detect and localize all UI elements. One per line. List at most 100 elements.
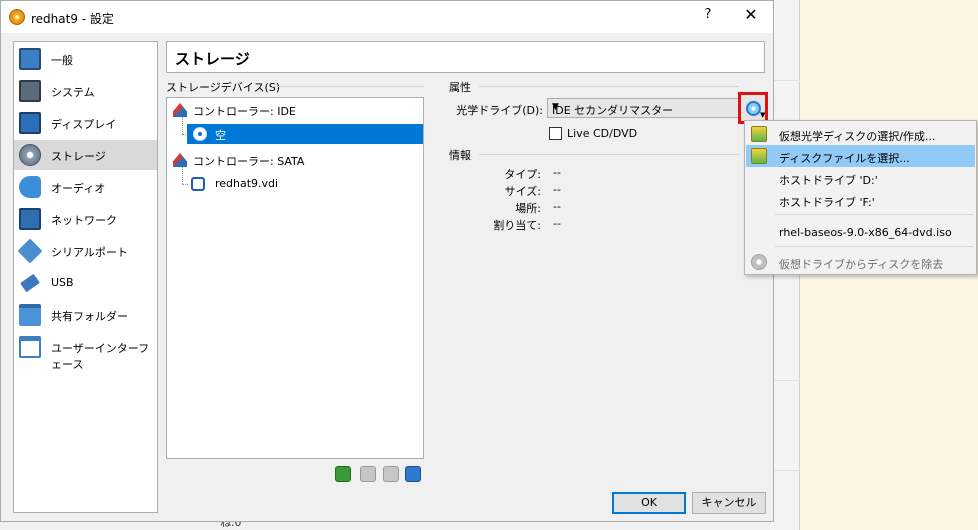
page-title: ストレージ bbox=[175, 50, 250, 68]
info-size-label: サイズ: bbox=[504, 185, 541, 198]
group-separator bbox=[479, 86, 739, 87]
system-icon bbox=[19, 80, 41, 102]
close-button[interactable]: ✕ bbox=[739, 5, 763, 29]
display-icon bbox=[19, 112, 41, 134]
chevron-down-icon: ▼ bbox=[760, 111, 766, 119]
optical-drive-select[interactable]: IDE セカンダリマスター ▼ bbox=[547, 98, 739, 118]
group-separator bbox=[272, 86, 424, 87]
tree-item-label: コントローラー: SATA bbox=[193, 155, 305, 168]
tree-item-empty-optical[interactable]: 空 bbox=[187, 124, 423, 144]
network-icon bbox=[19, 208, 41, 230]
title-bar: redhat9 - 設定 ? ✕ bbox=[1, 1, 773, 33]
menu-separator bbox=[775, 214, 973, 215]
ok-button[interactable]: OK bbox=[612, 492, 686, 514]
help-button[interactable]: ? bbox=[698, 7, 718, 27]
tree-item-sata-controller[interactable]: コントローラー: SATA bbox=[167, 150, 423, 170]
menu-item-label: ホストドライブ 'F:' bbox=[779, 196, 875, 209]
remove-disk-icon bbox=[751, 254, 767, 270]
info-type-value: -- bbox=[553, 166, 561, 179]
info-location-value: -- bbox=[553, 200, 561, 213]
menu-item-host-drive-f[interactable]: ホストドライブ 'F:' bbox=[746, 189, 975, 211]
ide-controller-icon bbox=[173, 103, 187, 117]
menu-item-host-drive-d[interactable]: ホストドライブ 'D:' bbox=[746, 167, 975, 189]
attributes-group-label: 属性 bbox=[449, 81, 471, 94]
window-title: redhat9 - 設定 bbox=[31, 12, 114, 26]
storage-icon bbox=[19, 144, 41, 166]
sidebar-item-label: ネットワーク bbox=[51, 214, 117, 227]
menu-item-remove-disk: 仮想ドライブからディスクを除去 bbox=[746, 251, 975, 273]
page-title-box: ストレージ bbox=[166, 41, 765, 73]
sidebar-item-serial-port[interactable]: シリアルポート bbox=[14, 236, 157, 266]
user-interface-icon bbox=[19, 336, 41, 358]
sidebar-item-audio[interactable]: オーディオ bbox=[14, 172, 157, 202]
menu-separator bbox=[775, 246, 973, 247]
background-divider bbox=[770, 380, 800, 381]
menu-item-recent-iso[interactable]: rhel-baseos-9.0-x86_64-dvd.iso bbox=[746, 221, 975, 243]
usb-icon bbox=[20, 273, 40, 293]
background-divider bbox=[770, 80, 800, 81]
optical-disc-icon bbox=[193, 127, 207, 141]
sidebar-item-label: ユーザーインターフェース bbox=[51, 342, 150, 371]
sata-controller-icon bbox=[173, 153, 187, 167]
tree-item-label: redhat9.vdi bbox=[215, 177, 279, 190]
live-cd-checkbox[interactable] bbox=[549, 127, 562, 140]
menu-item-label: ホストドライブ 'D:' bbox=[779, 174, 878, 187]
general-icon bbox=[19, 48, 41, 70]
info-location-label: 場所: bbox=[515, 202, 541, 215]
sidebar-item-display[interactable]: ディスプレイ bbox=[14, 108, 157, 138]
virtual-optical-disk-icon bbox=[751, 126, 767, 142]
info-type-label: タイプ: bbox=[504, 168, 541, 181]
sidebar-item-label: オーディオ bbox=[51, 182, 106, 195]
add-attachment-icon[interactable] bbox=[360, 466, 376, 482]
add-controller-icon[interactable] bbox=[335, 466, 351, 482]
sidebar-item-label: システム bbox=[51, 86, 95, 99]
tree-item-hard-disk[interactable]: redhat9.vdi bbox=[187, 174, 423, 194]
sidebar-item-storage[interactable]: ストレージ bbox=[14, 140, 157, 170]
choose-disk-menu: 仮想光学ディスクの選択/作成... ディスクファイルを選択... ホストドライブ… bbox=[744, 120, 977, 275]
sidebar-item-shared-folders[interactable]: 共有フォルダー bbox=[14, 300, 157, 330]
virtualbox-app-icon bbox=[9, 9, 25, 25]
sidebar-item-label: シリアルポート bbox=[51, 246, 128, 259]
optical-disc-icon bbox=[746, 101, 761, 116]
sidebar-item-general[interactable]: 一般 bbox=[14, 44, 157, 74]
live-cd-label: Live CD/DVD bbox=[567, 127, 638, 140]
menu-item-choose-create-virtual-disk[interactable]: 仮想光学ディスクの選択/作成... bbox=[746, 123, 975, 145]
info-group-label: 情報 bbox=[449, 149, 471, 162]
choose-disk-file-icon bbox=[751, 148, 767, 164]
menu-item-label: 仮想ドライブからディスクを除去 bbox=[779, 258, 944, 271]
storage-devices-group-label: ストレージデバイス(S) bbox=[166, 81, 281, 94]
chevron-down-icon: ▼ bbox=[552, 102, 559, 112]
sidebar-item-label: 一般 bbox=[51, 54, 73, 67]
remove-controller-icon[interactable] bbox=[405, 466, 421, 482]
hard-disk-icon bbox=[191, 177, 205, 191]
sidebar-item-label: 共有フォルダー bbox=[51, 310, 128, 323]
sidebar-item-user-interface[interactable]: ユーザーインターフェース bbox=[14, 332, 157, 371]
background-divider bbox=[770, 470, 800, 471]
info-attached-value: -- bbox=[553, 217, 561, 230]
tree-item-label: 空 bbox=[215, 129, 226, 142]
menu-item-label: rhel-baseos-9.0-x86_64-dvd.iso bbox=[779, 226, 952, 239]
optical-drive-label: 光学ドライブ(D): bbox=[456, 104, 543, 117]
sidebar-item-label: ストレージ bbox=[51, 150, 106, 163]
menu-item-label: 仮想光学ディスクの選択/作成... bbox=[779, 130, 936, 143]
serial-port-icon bbox=[17, 238, 43, 264]
menu-item-choose-disk-file[interactable]: ディスクファイルを選択... bbox=[746, 145, 975, 167]
sidebar-item-usb[interactable]: USB bbox=[14, 268, 157, 298]
settings-sidebar: 一般 システム ディスプレイ ストレージ オーディオ ネットワーク シリアルポー… bbox=[13, 41, 158, 513]
storage-tree: コントローラー: IDE 空 コントローラー: SATA redhat9.vdi bbox=[166, 97, 424, 459]
audio-icon bbox=[19, 176, 41, 198]
menu-item-label: ディスクファイルを選択... bbox=[779, 152, 910, 165]
tree-item-ide-controller[interactable]: コントローラー: IDE bbox=[167, 100, 423, 120]
sidebar-item-network[interactable]: ネットワーク bbox=[14, 204, 157, 234]
settings-dialog: redhat9 - 設定 ? ✕ 一般 システム ディスプレイ ストレージ オー… bbox=[0, 0, 774, 522]
info-attached-label: 割り当て: bbox=[493, 219, 541, 232]
sidebar-item-label: ディスプレイ bbox=[51, 118, 117, 131]
sidebar-item-system[interactable]: システム bbox=[14, 76, 157, 106]
tree-item-label: コントローラー: IDE bbox=[193, 105, 296, 118]
info-size-value: -- bbox=[553, 183, 561, 196]
remove-attachment-icon[interactable] bbox=[383, 466, 399, 482]
shared-folder-icon bbox=[19, 304, 41, 326]
sidebar-item-label: USB bbox=[51, 276, 74, 289]
group-separator bbox=[479, 154, 739, 155]
cancel-button[interactable]: キャンセル bbox=[692, 492, 766, 514]
